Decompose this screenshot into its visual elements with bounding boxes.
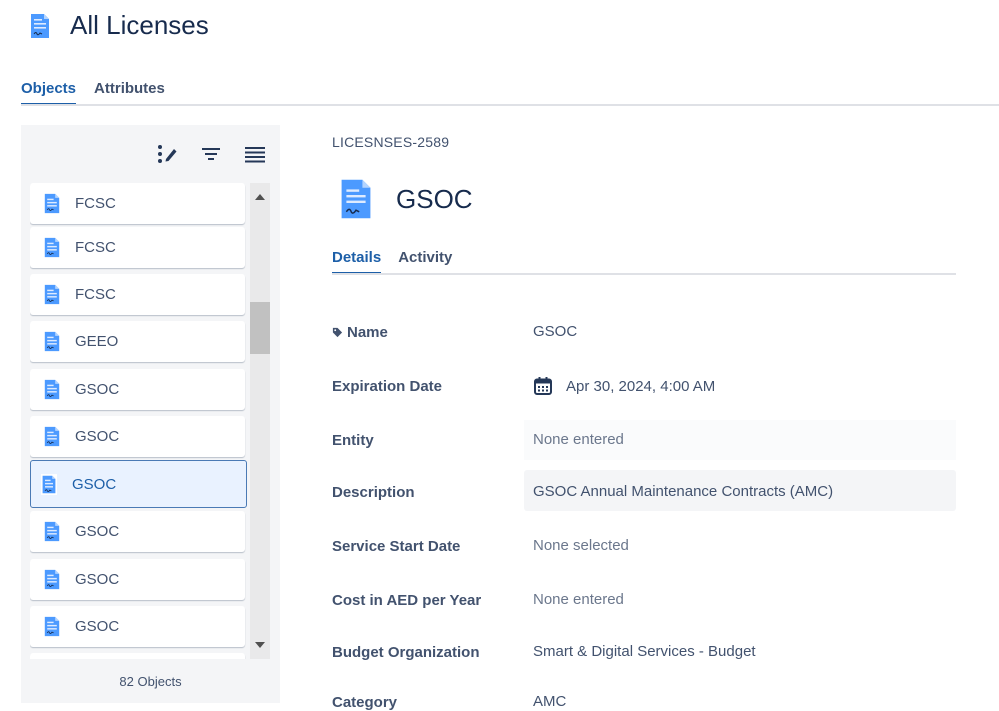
list-item[interactable]: FCSC <box>30 274 245 315</box>
attribute-value-budget-organization[interactable]: Smart & Digital Services - Budget <box>533 643 756 660</box>
scroll-up-icon[interactable] <box>250 189 270 205</box>
attribute-label-expiration-date: Expiration Date <box>332 378 443 395</box>
attribute-label-entity: Entity <box>332 432 374 449</box>
detail-tabs: Details Activity <box>332 249 452 274</box>
license-document-icon <box>44 193 60 214</box>
list-item-label: GSOC <box>75 523 120 540</box>
tab-details[interactable]: Details <box>332 249 382 274</box>
attribute-value-category[interactable]: AMC <box>533 693 566 710</box>
license-document-icon <box>341 179 371 219</box>
list-item[interactable]: GSOC <box>30 369 245 410</box>
license-document-icon <box>41 473 57 495</box>
attribute-label-budget-organization: Budget Organization <box>332 644 480 661</box>
calendar-icon <box>534 377 552 395</box>
expiration-date-text: Apr 30, 2024, 4:00 AM <box>566 377 716 395</box>
list-item-selected[interactable]: GSOC <box>30 460 247 508</box>
list-item[interactable]: FCSC <box>30 183 245 224</box>
tag-icon <box>332 327 343 338</box>
list-item[interactable]: GSOC <box>30 606 245 647</box>
license-document-icon <box>44 331 60 352</box>
object-list-panel: FCSC FCSC FCSC GEEO GSOC GSOC GSOC GSOC <box>21 125 280 703</box>
attribute-value-expiration-date[interactable]: Apr 30, 2024, 4:00 AM <box>533 376 715 396</box>
list-item-label: FCSC <box>75 286 116 303</box>
attribute-value-service-start-date[interactable]: None selected <box>533 537 629 554</box>
attribute-label-category: Category <box>332 694 398 711</box>
attribute-label-service-start-date: Service Start Date <box>332 538 461 555</box>
list-item-label: FCSC <box>75 195 116 212</box>
scroll-thumb[interactable] <box>250 302 270 354</box>
page-header: All Licenses <box>30 10 209 41</box>
license-document-icon <box>44 616 60 637</box>
page-title: All Licenses <box>70 10 209 40</box>
tabs-divider <box>21 104 999 106</box>
tab-attributes[interactable]: Attributes <box>94 80 165 105</box>
object-header: GSOC <box>340 178 473 220</box>
list-item-label: GEEO <box>75 333 119 350</box>
object-title: GSOC <box>396 183 473 214</box>
list-scrollbar[interactable] <box>250 183 270 659</box>
top-tabs: Objects Attributes <box>21 80 165 105</box>
list-item[interactable]: GSOC <box>30 559 245 600</box>
license-document-icon <box>44 426 60 447</box>
list-item[interactable] <box>30 653 245 659</box>
list-item-label: GSOC <box>75 428 120 445</box>
list-item[interactable]: GSOC <box>30 416 245 457</box>
attribute-value-name[interactable]: GSOC <box>533 323 577 340</box>
list-item[interactable]: FCSC <box>30 227 245 268</box>
list-toolbar <box>156 143 266 165</box>
list-view-icon[interactable] <box>244 143 266 165</box>
list-item-label: GSOC <box>75 381 120 398</box>
detail-tabs-divider <box>332 273 956 275</box>
list-item[interactable]: GEEO <box>30 321 245 362</box>
attribute-value-description[interactable]: GSOC Annual Maintenance Contracts (AMC) <box>533 483 833 500</box>
attribute-label-description: Description <box>332 484 415 501</box>
object-key: LICESNSES-2589 <box>332 134 450 150</box>
scroll-down-icon[interactable] <box>250 637 270 653</box>
license-document-icon <box>44 284 60 305</box>
list-item-label: GSOC <box>75 618 120 635</box>
attribute-value-cost[interactable]: None entered <box>533 591 624 608</box>
list-item-label: GSOC <box>72 475 117 493</box>
license-document-icon <box>44 521 60 542</box>
tab-activity[interactable]: Activity <box>398 249 452 274</box>
license-document-icon <box>31 13 49 38</box>
list-item-label: GSOC <box>75 571 120 588</box>
edit-columns-icon[interactable] <box>156 143 178 165</box>
attribute-label-cost: Cost in AED per Year <box>332 592 482 609</box>
filter-icon[interactable] <box>200 143 222 165</box>
list-item[interactable]: GSOC <box>30 511 245 552</box>
attribute-label-text: Name <box>347 324 388 341</box>
list-item-label: FCSC <box>75 239 116 256</box>
object-list: FCSC FCSC FCSC GEEO GSOC GSOC GSOC GSOC <box>30 183 247 659</box>
object-count: 82 Objects <box>119 674 182 689</box>
license-document-icon <box>44 237 60 258</box>
tab-objects[interactable]: Objects <box>21 80 77 105</box>
license-document-icon <box>44 379 60 400</box>
attribute-value-entity[interactable]: None entered <box>533 431 624 448</box>
license-document-icon <box>44 569 60 590</box>
attribute-label-name: Name <box>332 324 388 341</box>
